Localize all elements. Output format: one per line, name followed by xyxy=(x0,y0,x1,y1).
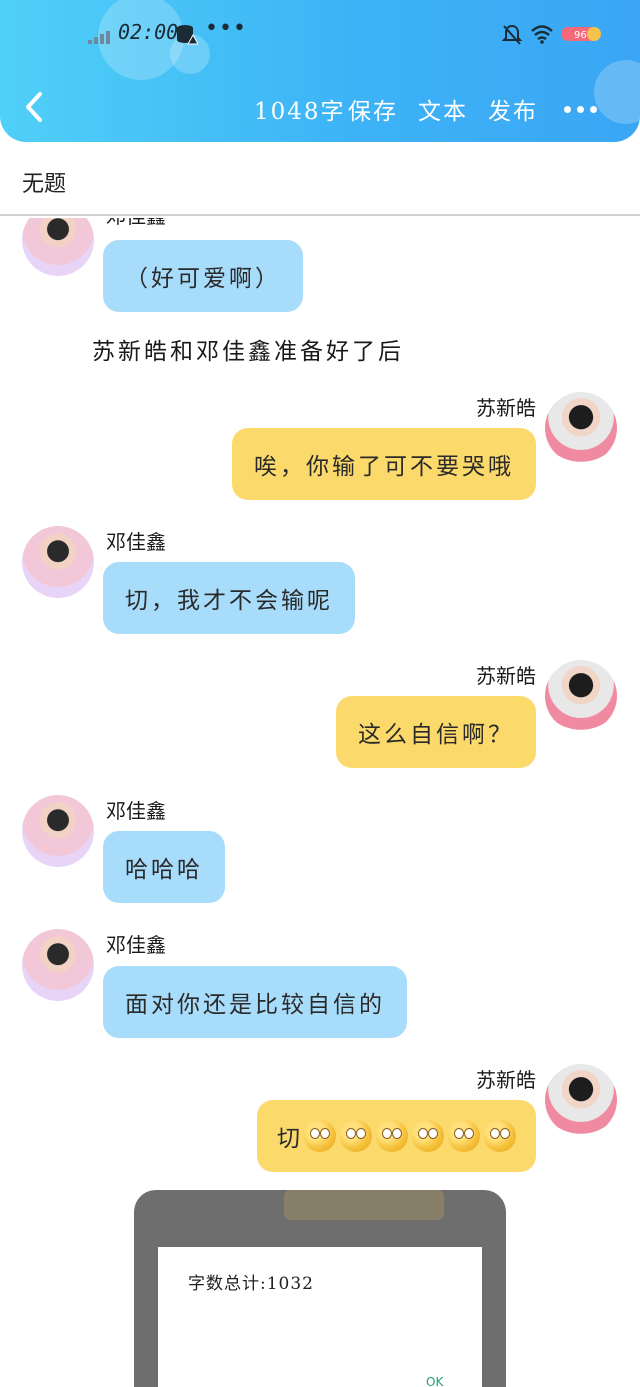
save-button[interactable]: 保存 xyxy=(348,92,398,126)
more-dot-icon xyxy=(590,106,597,113)
sender-name: 苏新皓 xyxy=(476,664,536,688)
sender-name: 苏新皓 xyxy=(476,1068,536,1092)
eye-roll-emoji-icon xyxy=(412,1120,444,1152)
sender-name: 邓佳鑫 xyxy=(106,218,166,229)
avatar-dengjiaxin[interactable] xyxy=(22,218,94,276)
message-text: 切，我才不会输呢 xyxy=(125,588,333,614)
narration-text: 苏新皓和邓佳鑫准备好了后 xyxy=(92,339,404,365)
avatar-suxinhao[interactable] xyxy=(545,392,617,464)
status-bar: 02:00 ••• 96 xyxy=(0,14,640,54)
more-dot-icon xyxy=(577,106,584,113)
message-text: 哈哈哈 xyxy=(125,857,203,883)
message-bubble-left[interactable]: 切，我才不会输呢 xyxy=(103,562,355,634)
status-overflow-dots: ••• xyxy=(205,16,247,41)
sender-name: 邓佳鑫 xyxy=(106,799,166,823)
avatar-dengjiaxin[interactable] xyxy=(22,526,94,598)
message-text: 切 xyxy=(277,1126,300,1152)
document-title[interactable]: 无题 xyxy=(22,166,66,198)
status-time: 02:00 xyxy=(118,20,179,44)
avatar-suxinhao[interactable] xyxy=(545,660,617,732)
word-count-dialog: 字数总计:1032 OK xyxy=(158,1247,482,1387)
message-text: 这么自信啊？ xyxy=(358,722,514,748)
app-header: 02:00 ••• 96 1048字 保存 文本 发布 xyxy=(0,0,640,142)
message-bubble-right[interactable]: 切 xyxy=(257,1100,536,1172)
wifi-icon xyxy=(531,25,553,44)
eye-roll-emoji-icon xyxy=(484,1120,516,1152)
back-chevron-icon xyxy=(26,92,42,122)
toolbar: 1048字 保存 文本 发布 xyxy=(0,82,640,132)
sender-name: 邓佳鑫 xyxy=(106,530,166,554)
title-row[interactable]: 无题 xyxy=(0,142,640,216)
more-options-button[interactable] xyxy=(560,92,600,122)
message-text: 唉，你输了可不要哭哦 xyxy=(254,454,514,480)
battery-icon: 96 xyxy=(561,27,601,41)
word-count-label: 1048字 xyxy=(254,99,346,125)
battery-level: 96 xyxy=(574,30,587,41)
eye-roll-emoji-icon xyxy=(376,1120,408,1152)
message-bubble-left[interactable]: （好可爱啊） xyxy=(103,240,303,312)
sender-name: 邓佳鑫 xyxy=(106,933,166,957)
more-dot-icon xyxy=(564,106,571,113)
message-bubble-right[interactable]: 这么自信啊？ xyxy=(336,696,536,768)
avatar-suxinhao[interactable] xyxy=(545,1064,617,1136)
avatar-dengjiaxin[interactable] xyxy=(22,795,94,867)
eye-roll-emoji-icon xyxy=(448,1120,480,1152)
avatar-dengjiaxin[interactable] xyxy=(22,929,94,1001)
dialog-message: 字数总计:1032 xyxy=(188,1274,314,1294)
message-bubble-left[interactable]: 哈哈哈 xyxy=(103,831,225,903)
eye-roll-emoji-icon xyxy=(304,1120,336,1152)
message-bubble-left[interactable]: 面对你还是比较自信的 xyxy=(103,966,407,1038)
sender-name: 苏新皓 xyxy=(476,396,536,420)
publish-button[interactable]: 发布 xyxy=(488,92,538,126)
database-icon xyxy=(177,25,198,45)
bell-off-icon xyxy=(502,24,522,45)
back-button[interactable] xyxy=(20,90,50,124)
message-text: 面对你还是比较自信的 xyxy=(125,992,385,1018)
dialog-ok-button[interactable]: OK xyxy=(426,1375,443,1387)
signal-icon xyxy=(88,31,110,44)
dialog-ghost-bubble xyxy=(284,1190,444,1220)
message-text: （好可爱啊） xyxy=(125,266,281,292)
message-bubble-right[interactable]: 唉，你输了可不要哭哦 xyxy=(232,428,536,500)
text-button[interactable]: 文本 xyxy=(418,92,468,126)
eye-roll-emoji-icon xyxy=(340,1120,372,1152)
